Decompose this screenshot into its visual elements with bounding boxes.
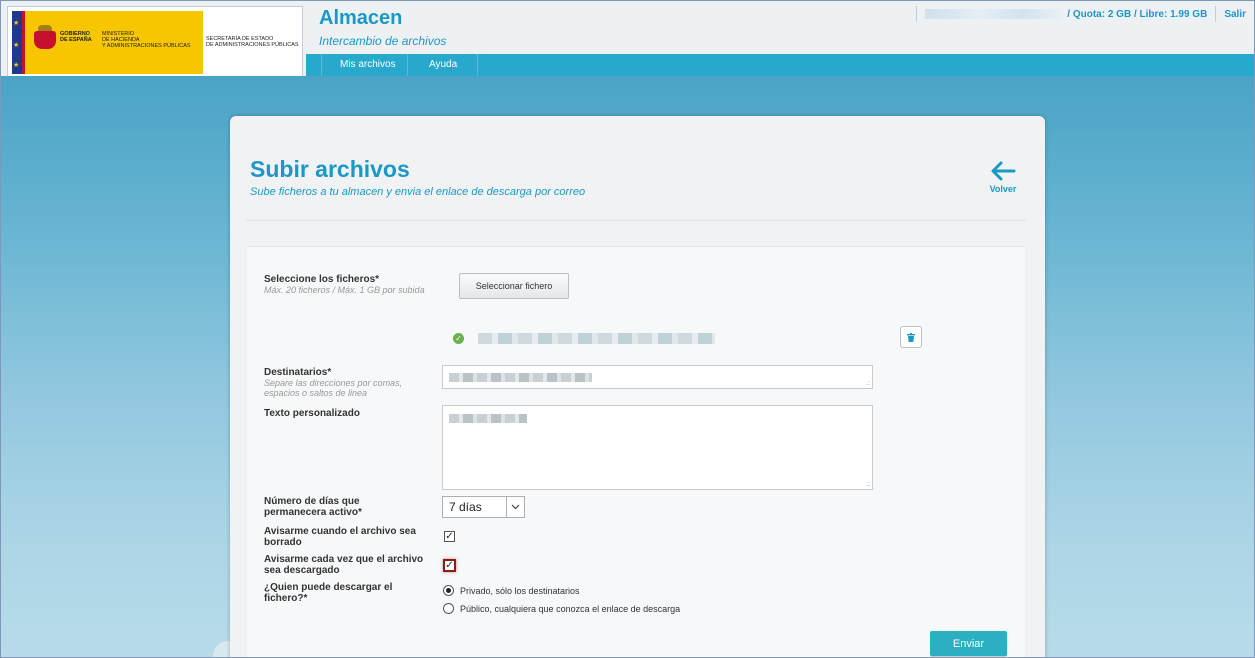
custom-text-value-redacted bbox=[449, 414, 527, 423]
browser-viewport: ★ ★ ★ GOBIERNO DE ESPAÑA MINISTERIO DE H… bbox=[0, 0, 1255, 658]
page-subtitle: Sube ficheros a tu almacen y envia el en… bbox=[250, 186, 586, 198]
logo-gov-text: GOBIERNO DE ESPAÑA bbox=[60, 31, 92, 43]
app-title[interactable]: Almacen bbox=[319, 7, 402, 30]
notify-deleted-checkbox[interactable]: ✓ bbox=[444, 531, 455, 542]
nav-divider bbox=[407, 54, 408, 76]
access-option-private-label: Privado, sólo los destinatarios bbox=[460, 585, 580, 596]
user-email-redacted bbox=[925, 9, 1064, 19]
days-select[interactable]: 7 días bbox=[442, 496, 525, 518]
upload-card: Subir archivos Sube ficheros a tu almace… bbox=[230, 116, 1045, 657]
back-label: Volver bbox=[989, 184, 1017, 194]
recipients-hint: Separe las direcciones por comas, espaci… bbox=[264, 378, 403, 398]
recipients-value-redacted bbox=[449, 373, 592, 382]
access-option-public[interactable]: Público, cualquiera que conozca el enlac… bbox=[443, 603, 680, 614]
select-file-button[interactable]: Seleccionar fichero bbox=[459, 273, 569, 299]
logo-secretary-text: SECRETARÍA DE ESTADO DE ADMINISTRACIONES… bbox=[206, 36, 299, 48]
star-icon: ★ bbox=[13, 42, 20, 49]
star-icon: ★ bbox=[13, 62, 20, 69]
recipients-label: Destinatarios* bbox=[264, 367, 332, 378]
custom-text-label: Texto personalizado bbox=[264, 408, 360, 419]
app-subtitle: Intercambio de archivos bbox=[319, 34, 447, 48]
header-divider bbox=[246, 220, 1026, 221]
delete-file-button[interactable] bbox=[900, 326, 922, 348]
divider bbox=[1215, 6, 1217, 22]
government-logo: ★ ★ ★ GOBIERNO DE ESPAÑA MINISTERIO DE H… bbox=[7, 6, 303, 78]
custom-text-field[interactable]: .: bbox=[442, 405, 873, 490]
check-circle-icon: ✓ bbox=[453, 333, 464, 344]
trash-icon bbox=[907, 332, 915, 342]
days-select-value: 7 días bbox=[449, 500, 482, 514]
access-label: ¿Quien puede descargar el fichero?* bbox=[264, 582, 393, 604]
coat-of-arms-icon bbox=[34, 25, 56, 49]
chevron-down-icon bbox=[506, 497, 524, 517]
nav-divider bbox=[321, 54, 322, 76]
nav-item-mis-archivos[interactable]: Mis archivos bbox=[340, 59, 396, 70]
eu-flag-stripe: ★ ★ ★ bbox=[12, 11, 25, 74]
files-label: Seleccione los ficheros* bbox=[264, 274, 380, 285]
recipients-field[interactable]: .: bbox=[442, 365, 873, 389]
star-icon: ★ bbox=[13, 20, 20, 27]
nav-item-ayuda[interactable]: Ayuda bbox=[429, 59, 457, 70]
quota-text: / Quota: 2 GB / Libre: 1.99 GB bbox=[1067, 8, 1208, 20]
main-nav: Mis archivos Ayuda bbox=[306, 54, 1254, 76]
notify-deleted-label: Avisarme cuando el archivo sea borrado bbox=[264, 526, 416, 548]
notify-downloaded-label: Avisarme cada vez que el archivo sea des… bbox=[264, 554, 424, 576]
upload-form: Seleccione los ficheros* Máx. 20 fichero… bbox=[247, 246, 1025, 657]
send-button[interactable]: Enviar bbox=[930, 631, 1007, 656]
resize-grip-icon[interactable]: .: bbox=[866, 380, 870, 387]
nav-divider bbox=[477, 54, 478, 76]
radio-private[interactable] bbox=[443, 585, 454, 596]
notify-downloaded-checkbox[interactable]: ✓ bbox=[443, 559, 456, 572]
days-label: Número de días que permanecera activo* bbox=[264, 496, 362, 518]
app-header: ★ ★ ★ GOBIERNO DE ESPAÑA MINISTERIO DE H… bbox=[1, 1, 1254, 78]
logo-ministry-text: MINISTERIO DE HACIENDA Y ADMINISTRACIONE… bbox=[102, 31, 191, 49]
user-info-bar: / Quota: 2 GB / Libre: 1.99 GB Salir bbox=[916, 6, 1246, 22]
arrow-left-icon bbox=[991, 161, 1016, 181]
files-hint: Máx. 20 ficheros / Máx. 1 GB por subida bbox=[264, 285, 425, 295]
radio-public[interactable] bbox=[443, 603, 454, 614]
uploaded-file-name-redacted bbox=[478, 333, 715, 344]
resize-grip-icon[interactable]: .: bbox=[866, 481, 870, 488]
back-button[interactable]: Volver bbox=[986, 161, 1020, 194]
page-title: Subir archivos bbox=[250, 156, 410, 182]
access-option-public-label: Público, cualquiera que conozca el enlac… bbox=[460, 603, 681, 614]
logout-link[interactable]: Salir bbox=[1224, 9, 1246, 20]
access-option-private[interactable]: Privado, sólo los destinatarios bbox=[443, 585, 580, 596]
divider bbox=[916, 6, 918, 22]
